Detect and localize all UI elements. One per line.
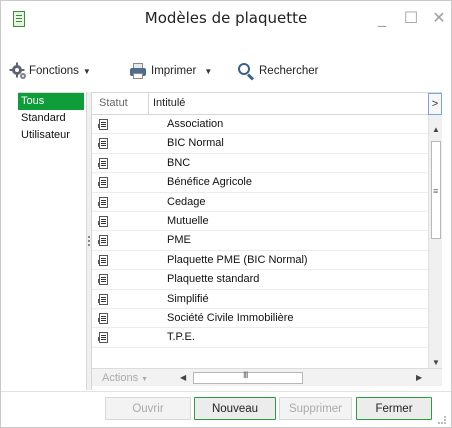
window: Modèles de plaquette _ ☐ ✕ Fonctions ▼ I… [0,0,452,428]
functions-label: Fonctions [29,65,79,77]
row-title: Plaquette standard [167,273,260,286]
column-chooser-button[interactable]: > [428,93,442,115]
row-title: BIC Normal [167,137,224,150]
scroll-up-icon[interactable]: ▲ [432,125,440,134]
table-row[interactable]: Plaquette PME (BIC Normal) [92,251,428,271]
document-icon [98,254,108,266]
scroll-grip-icon: III [243,370,248,380]
column-divider[interactable] [148,93,149,115]
gear-icon [9,62,26,79]
table-row[interactable]: Plaquette standard [92,270,428,290]
row-title: BNC [167,156,191,169]
search-button[interactable]: Rechercher [237,60,318,82]
filter-item-tous[interactable]: Tous [18,93,84,110]
scroll-left-icon[interactable]: ◀ [180,373,186,382]
filter-panel: Tous Standard Utilisateur [18,92,84,390]
close-button[interactable]: Fermer [356,397,432,420]
document-icon [98,215,108,227]
filter-item-standard[interactable]: Standard [18,110,84,127]
document-icon [98,332,108,344]
search-label: Rechercher [259,65,319,77]
row-title: Simplifié [167,292,209,305]
document-icon [98,235,108,247]
actions-label: Actions [102,372,139,384]
filter-item-utilisateur[interactable]: Utilisateur [18,127,84,144]
printer-icon [129,63,147,79]
table-row[interactable]: T.P.E. [92,328,428,348]
magnifier-icon [237,62,255,81]
document-icon [98,196,108,208]
table-row[interactable]: BIC Normal [92,134,428,154]
table-row[interactable]: Cedage [92,193,428,212]
row-title: Plaquette PME (BIC Normal) [167,253,308,266]
document-icon [98,177,108,189]
grid-rows: Association BIC Normal BNC Bénéfice Agricol… [92,115,428,368]
document-icon [98,312,108,324]
print-menu-button[interactable]: Imprimer ▼ [129,60,212,82]
column-header-title[interactable]: Intitulé [153,97,185,109]
button-bar: Ouvrir Nouveau Supprimer Fermer [1,391,451,427]
templates-grid: Statut Intitulé > Association BIC Normal B… [92,92,442,390]
row-title: Mutuelle [167,214,209,227]
resize-grip-icon[interactable] [438,416,446,424]
grid-footer: Actions ▼ ◀ III ▶ [92,368,442,386]
print-label: Imprimer [151,65,197,77]
title-bar: Modèles de plaquette _ ☐ ✕ [1,1,451,53]
table-row[interactable]: BNC [92,154,428,174]
horizontal-scroll-thumb[interactable]: III [193,370,303,384]
document-icon [98,293,108,305]
row-title: T.P.E. [167,331,195,344]
splitter-grip-icon [88,236,90,246]
row-title: Association [167,118,224,130]
table-row[interactable]: Simplifié [92,290,428,309]
toolbar: Fonctions ▼ Imprimer ▼ Rechercher [1,56,451,86]
chevron-down-icon: ▼ [204,66,213,76]
table-row[interactable]: Bénéfice Agricole [92,173,428,193]
vertical-scroll-thumb[interactable]: ≡ [431,141,441,239]
scroll-grip-icon: ≡ [433,186,439,196]
document-icon [98,138,108,150]
scroll-down-icon[interactable]: ▼ [432,358,440,367]
document-icon [98,119,108,130]
open-button[interactable]: Ouvrir [105,397,191,420]
document-icon [98,157,108,169]
chevron-down-icon: ▼ [82,66,91,76]
close-window-button[interactable]: ✕ [426,5,452,31]
document-icon [98,274,108,286]
table-row[interactable]: Société Civile Immobilière [92,309,428,329]
table-row[interactable]: PME [92,231,428,251]
scroll-right-icon[interactable]: ▶ [416,373,422,382]
row-title: Cedage [167,195,206,208]
vertical-scrollbar[interactable]: ▲ ≡ ▼ [428,115,442,368]
maximize-button[interactable]: ☐ [398,5,424,31]
minimize-button[interactable]: _ [369,5,395,31]
row-title: Bénéfice Agricole [167,176,252,189]
table-row[interactable]: Mutuelle [92,212,428,232]
row-title: PME [167,234,191,247]
chevron-down-icon: ▼ [141,376,149,383]
delete-button[interactable]: Supprimer [279,397,352,420]
new-button[interactable]: Nouveau [194,397,276,420]
grid-header: Statut Intitulé > [92,93,442,115]
column-header-status[interactable]: Statut [99,97,128,109]
table-row[interactable]: Association [92,115,428,135]
actions-menu[interactable]: Actions ▼ [102,372,148,384]
functions-menu-button[interactable]: Fonctions ▼ [29,60,91,82]
row-title: Société Civile Immobilière [167,311,294,324]
